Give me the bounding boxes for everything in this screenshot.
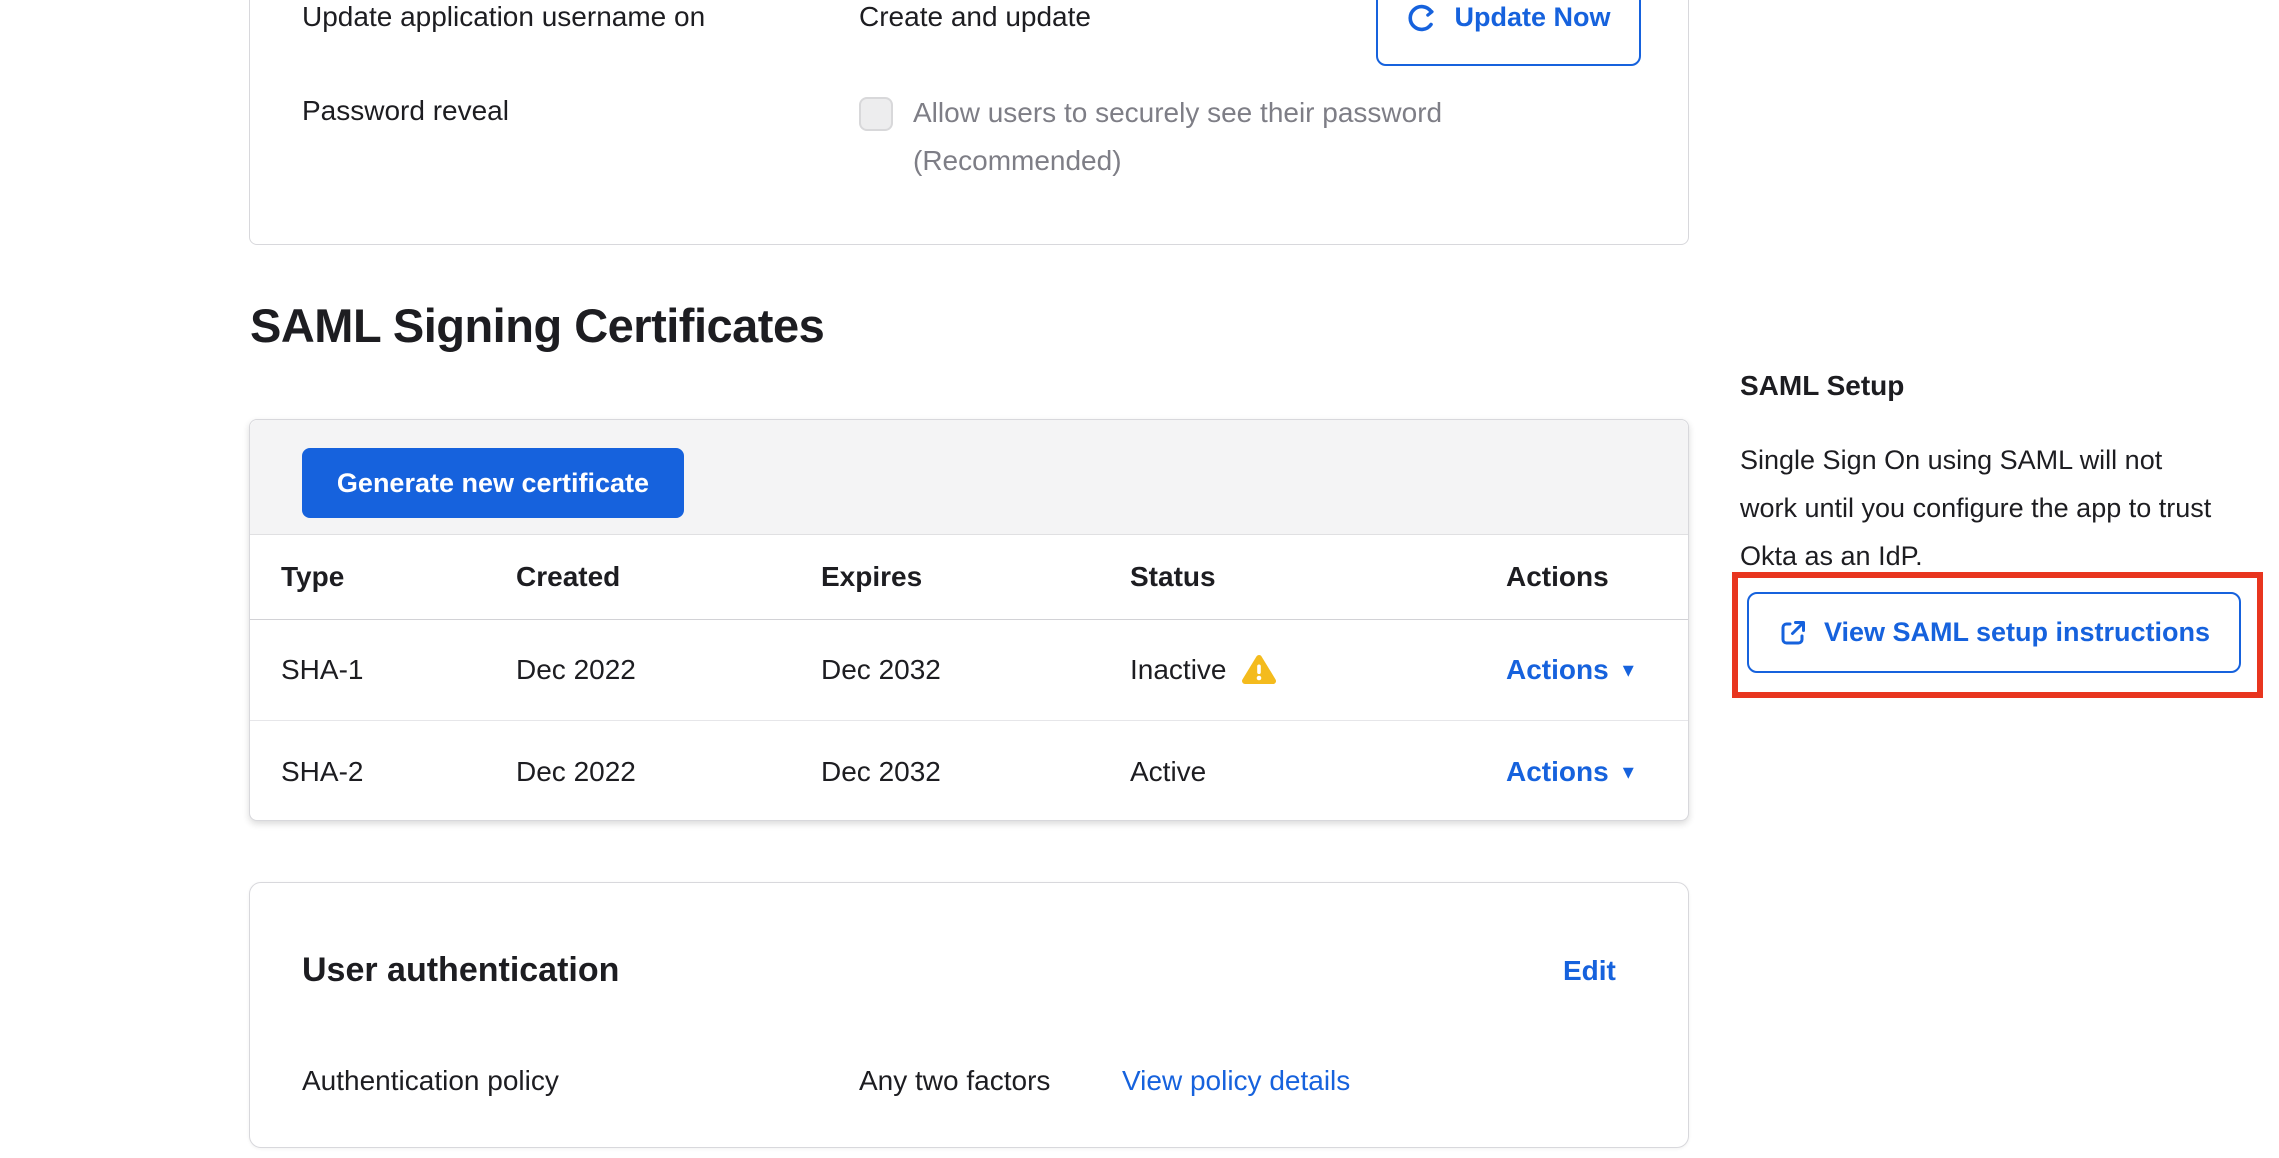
password-reveal-checkbox[interactable]	[859, 97, 893, 131]
certificates-panel: Generate new certificate Type Created Ex…	[249, 419, 1689, 821]
view-saml-setup-instructions-label: View SAML setup instructions	[1824, 617, 2210, 648]
edit-link[interactable]: Edit	[1563, 955, 1616, 987]
cert-created: Dec 2022	[516, 756, 821, 788]
view-policy-details-link[interactable]: View policy details	[1122, 1061, 1350, 1101]
update-username-label: Update application username on	[302, 0, 705, 37]
okta-saml-settings-page: Update application username on Create an…	[0, 0, 2279, 1158]
actions-dropdown-label: Actions	[1506, 756, 1609, 788]
user-authentication-panel: User authentication Edit Authentication …	[249, 882, 1689, 1148]
cert-expires: Dec 2032	[821, 654, 1130, 686]
chevron-down-icon: ▾	[1623, 659, 1634, 681]
chevron-down-icon: ▾	[1623, 761, 1634, 783]
external-link-icon	[1778, 618, 1808, 648]
update-now-label: Update Now	[1454, 2, 1610, 33]
certificates-toolbar: Generate new certificate	[250, 420, 1688, 535]
cert-expires: Dec 2032	[821, 756, 1130, 788]
update-username-value: Create and update	[859, 0, 1091, 37]
cert-type: SHA-2	[281, 756, 516, 788]
password-reveal-checkbox-text: Allow users to securely see their passwo…	[913, 93, 1442, 133]
column-header-expires: Expires	[821, 561, 1130, 593]
cert-status: Inactive	[1130, 654, 1227, 686]
cert-type: SHA-1	[281, 654, 516, 686]
table-row: SHA-2 Dec 2022 Dec 2032 Active Actions ▾	[250, 721, 1688, 822]
table-row: SHA-1 Dec 2022 Dec 2032 Inactive Actions…	[250, 620, 1688, 721]
warning-icon	[1241, 654, 1277, 686]
column-header-status: Status	[1130, 561, 1478, 593]
view-saml-setup-instructions-button[interactable]: View SAML setup instructions	[1747, 592, 2241, 673]
column-header-actions: Actions	[1478, 561, 1657, 593]
certificates-table-header: Type Created Expires Status Actions	[250, 535, 1688, 620]
actions-dropdown[interactable]: Actions ▾	[1506, 654, 1634, 686]
authentication-policy-value: Any two factors	[859, 1061, 1050, 1101]
generate-new-certificate-button[interactable]: Generate new certificate	[302, 448, 684, 518]
actions-dropdown[interactable]: Actions ▾	[1506, 756, 1634, 788]
column-header-created: Created	[516, 561, 821, 593]
actions-dropdown-label: Actions	[1506, 654, 1609, 686]
cert-status: Active	[1130, 756, 1206, 788]
update-now-button[interactable]: Update Now	[1376, 0, 1641, 66]
cert-created: Dec 2022	[516, 654, 821, 686]
provisioning-panel: Update application username on Create an…	[249, 0, 1689, 245]
saml-setup-description: Single Sign On using SAML will not work …	[1740, 436, 2218, 580]
password-reveal-checkbox-text-2: (Recommended)	[913, 141, 1122, 181]
column-header-type: Type	[281, 561, 516, 593]
user-authentication-heading: User authentication	[302, 947, 619, 993]
authentication-policy-label: Authentication policy	[302, 1061, 559, 1101]
saml-setup-heading: SAML Setup	[1740, 366, 1904, 406]
password-reveal-label: Password reveal	[302, 91, 509, 131]
saml-signing-certificates-heading: SAML Signing Certificates	[250, 298, 824, 354]
refresh-icon	[1406, 2, 1438, 34]
